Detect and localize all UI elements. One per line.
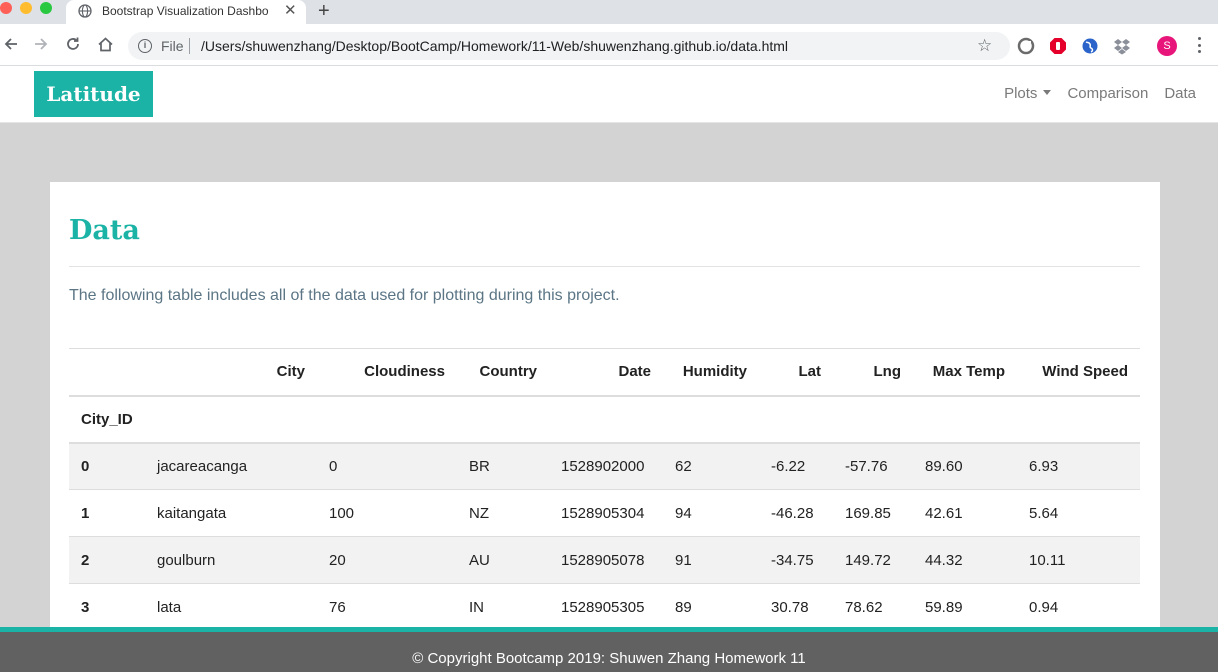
page-title: Data xyxy=(69,215,140,246)
forward-arrow-icon[interactable] xyxy=(32,35,50,53)
table-cell: 0.94 xyxy=(1017,583,1140,628)
table-cell: 59.89 xyxy=(913,583,1017,628)
table-cell: NZ xyxy=(457,489,549,537)
bookmark-star-icon[interactable]: ☆ xyxy=(977,36,992,56)
table-cell: 6.93 xyxy=(1017,442,1140,490)
table-cell: IN xyxy=(457,583,549,628)
table-row: 3 lata 76 IN 1528905305 89 30.78 78.62 5… xyxy=(69,583,1140,628)
table-cell: 44.32 xyxy=(913,536,1017,584)
table-cell: 76 xyxy=(317,583,457,628)
divider xyxy=(189,38,190,54)
address-bar[interactable]: i File /Users/shuwenzhang/Desktop/BootCa… xyxy=(128,32,1010,60)
index-header-row: City_ID xyxy=(69,395,1140,444)
nav-data-link[interactable]: Data xyxy=(1164,85,1196,102)
table-cell: -57.76 xyxy=(833,442,913,490)
row-index: 0 xyxy=(69,442,145,490)
table-cell: -6.22 xyxy=(759,442,833,490)
column-header: Max Temp xyxy=(913,348,1017,397)
brand-logo[interactable]: Latitude xyxy=(34,71,153,117)
table-cell: BR xyxy=(457,442,549,490)
data-table: City Cloudiness Country Date Humidity La… xyxy=(69,348,1140,628)
table-row: 1 kaitangata 100 NZ 1528905304 94 -46.28… xyxy=(69,489,1140,537)
nav-plots-dropdown[interactable]: Plots xyxy=(1004,85,1052,102)
table-cell: 30.78 xyxy=(759,583,833,628)
title-divider xyxy=(69,266,1140,267)
content-card: Data The following table includes all of… xyxy=(50,182,1160,628)
site-navbar: Latitude Plots Comparison Data xyxy=(0,66,1218,123)
column-header: City xyxy=(145,348,317,397)
home-icon[interactable] xyxy=(96,35,114,53)
column-header: Humidity xyxy=(663,348,759,397)
earth-icon[interactable] xyxy=(1081,37,1099,55)
nav-comparison-link[interactable]: Comparison xyxy=(1067,85,1148,102)
intro-text: The following table includes all of the … xyxy=(69,287,620,304)
table-cell: 42.61 xyxy=(913,489,1017,537)
nav-plots-label: Plots xyxy=(1004,85,1038,102)
table-cell: 1528905078 xyxy=(549,536,663,584)
table-cell: kaitangata xyxy=(145,489,317,537)
table-cell: 94 xyxy=(663,489,759,537)
table-row: 2 goulburn 20 AU 1528905078 91 -34.75 14… xyxy=(69,536,1140,584)
table-cell: 169.85 xyxy=(833,489,913,537)
browser-toolbar: i File /Users/shuwenzhang/Desktop/BootCa… xyxy=(0,24,1218,66)
row-index: 2 xyxy=(69,536,145,584)
new-tab-icon[interactable]: + xyxy=(318,0,330,22)
copyright-text: © Copyright Bootcamp 2019: Shuwen Zhang … xyxy=(412,650,806,667)
info-icon[interactable]: i xyxy=(138,39,152,53)
table-cell: 10.11 xyxy=(1017,536,1140,584)
dropbox-icon[interactable] xyxy=(1113,37,1131,55)
table-cell: -46.28 xyxy=(759,489,833,537)
table-cell: 62 xyxy=(663,442,759,490)
close-window-button[interactable] xyxy=(0,2,12,14)
browser-tab[interactable]: Bootstrap Visualization Dashbo ✕ xyxy=(66,0,306,24)
index-header-blank xyxy=(69,348,145,397)
globe-icon xyxy=(78,4,92,18)
row-index: 1 xyxy=(69,489,145,537)
table-cell: 91 xyxy=(663,536,759,584)
close-tab-icon[interactable]: ✕ xyxy=(284,2,297,20)
url-text[interactable]: /Users/shuwenzhang/Desktop/BootCamp/Home… xyxy=(201,38,788,54)
caret-down-icon xyxy=(1043,89,1052,95)
table-header-row: City Cloudiness Country Date Humidity La… xyxy=(69,348,1140,397)
table-cell: goulburn xyxy=(145,536,317,584)
index-header: City_ID xyxy=(69,395,145,444)
table-cell: 1528905305 xyxy=(549,583,663,628)
table-cell: -34.75 xyxy=(759,536,833,584)
footer: © Copyright Bootcamp 2019: Shuwen Zhang … xyxy=(0,632,1218,672)
column-header: Date xyxy=(549,348,663,397)
browser-menu-icon[interactable] xyxy=(1192,35,1206,55)
table-cell: AU xyxy=(457,536,549,584)
file-label: File xyxy=(161,38,184,54)
extension-shield-icon[interactable] xyxy=(1017,37,1035,55)
column-header: Lng xyxy=(833,348,913,397)
column-header: Lat xyxy=(759,348,833,397)
table-cell: 100 xyxy=(317,489,457,537)
table-cell: 78.62 xyxy=(833,583,913,628)
row-index: 3 xyxy=(69,583,145,628)
table-cell: 89.60 xyxy=(913,442,1017,490)
column-header: Country xyxy=(457,348,549,397)
reload-icon[interactable] xyxy=(64,35,82,53)
table-cell: 149.72 xyxy=(833,536,913,584)
nav-links: Plots Comparison Data xyxy=(1004,85,1196,102)
table-cell: lata xyxy=(145,583,317,628)
browser-tab-bar: Bootstrap Visualization Dashbo ✕ + xyxy=(0,0,1218,24)
table-cell: 20 xyxy=(317,536,457,584)
table-cell: 1528905304 xyxy=(549,489,663,537)
table-row: 0 jacareacanga 0 BR 1528902000 62 -6.22 … xyxy=(69,442,1140,490)
column-header: Wind Speed xyxy=(1017,348,1140,397)
table-cell: 0 xyxy=(317,442,457,490)
table-cell: 1528902000 xyxy=(549,442,663,490)
tab-title: Bootstrap Visualization Dashbo xyxy=(102,4,269,18)
profile-avatar[interactable]: S xyxy=(1157,36,1177,56)
table-cell: 5.64 xyxy=(1017,489,1140,537)
column-header: Cloudiness xyxy=(317,348,457,397)
back-arrow-icon[interactable] xyxy=(2,35,20,53)
maximize-window-button[interactable] xyxy=(40,2,52,14)
table-cell: 89 xyxy=(663,583,759,628)
table-cell: jacareacanga xyxy=(145,442,317,490)
adblock-icon[interactable] xyxy=(1049,37,1067,55)
minimize-window-button[interactable] xyxy=(20,2,32,14)
